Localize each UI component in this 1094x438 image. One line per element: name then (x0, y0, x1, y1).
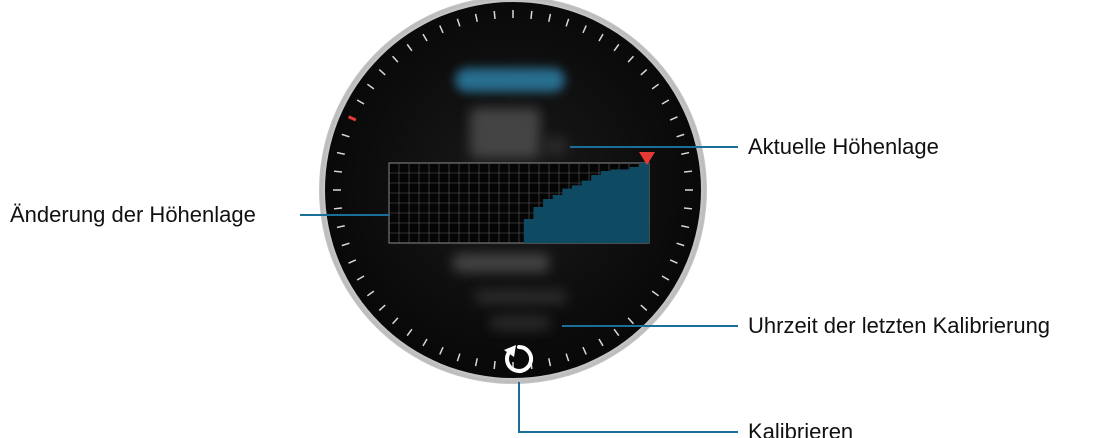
callout-line-calibrate (518, 382, 738, 433)
screenshot-canvas: Aktuelle Höhenlage Änderung der Höhenlag… (0, 0, 1094, 438)
label-altitude-change: Änderung der Höhenlage (10, 202, 256, 227)
label-current-altitude: Aktuelle Höhenlage (748, 134, 939, 159)
label-calibrate: Kalibrieren (748, 419, 854, 438)
label-last-calibration-time: Uhrzeit der letzten Kalibrierung (748, 313, 1051, 338)
